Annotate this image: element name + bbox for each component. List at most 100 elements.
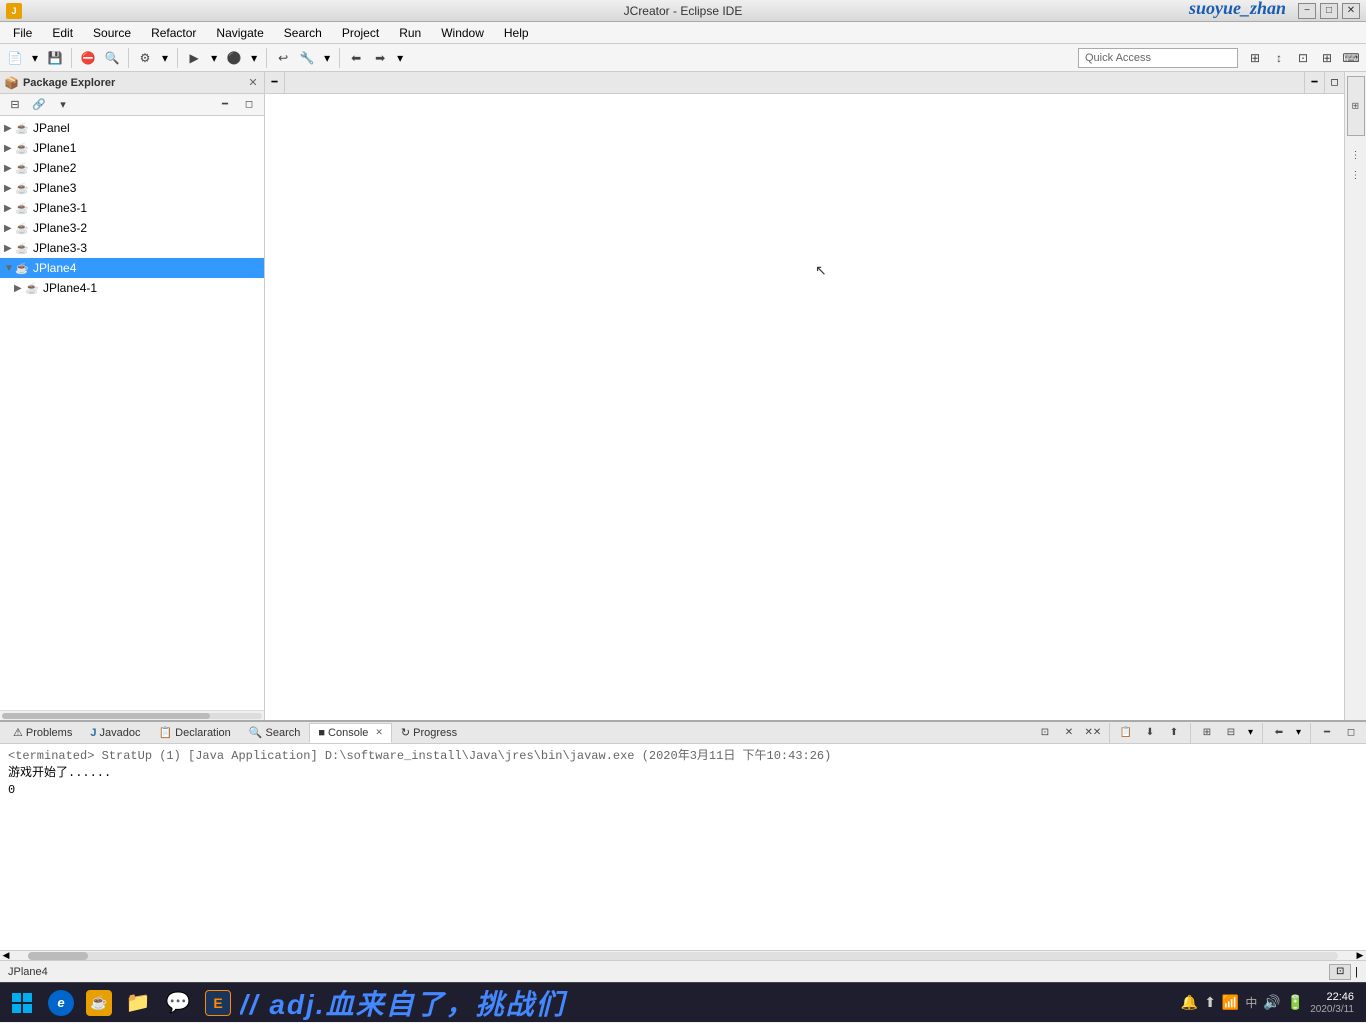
menu-refactor[interactable]: Refactor	[142, 23, 205, 43]
close-button[interactable]: ✕	[1342, 3, 1360, 19]
tray-icon-battery[interactable]: 🔋	[1287, 994, 1304, 1011]
tray-icon-network-2[interactable]: 📶	[1222, 994, 1239, 1011]
toolbar-btn-9[interactable]: ➡	[369, 47, 391, 69]
tab-console[interactable]: ■ Console ✕	[309, 723, 392, 743]
tab-search[interactable]: 🔍 Search	[240, 723, 310, 743]
sidebar-icon-3[interactable]: ⋮	[1347, 166, 1365, 184]
tray-icon-notification[interactable]: 🔔	[1181, 994, 1198, 1011]
sidebar-icon-2[interactable]: ⋮	[1347, 146, 1365, 164]
left-panel-hscroll[interactable]	[0, 710, 264, 720]
console-btn-9[interactable]: ⬅	[1268, 722, 1290, 744]
hscroll-right-arrow[interactable]: ▶	[1354, 950, 1366, 961]
view-menu-button[interactable]: ▾	[52, 94, 74, 116]
panel-bottom-minimize[interactable]: ━	[1316, 722, 1338, 744]
editor-panel-maximize[interactable]: ◻	[1324, 71, 1344, 93]
panel-maximize[interactable]: ◻	[238, 94, 260, 116]
clock-display[interactable]: 22:46 2020/3/11	[1310, 990, 1354, 1015]
toolbar-btn-2[interactable]: 🔍	[101, 47, 123, 69]
panel-close-button[interactable]: ✕	[246, 76, 260, 90]
console-close-icon[interactable]: ✕	[375, 727, 383, 738]
menu-source[interactable]: Source	[84, 23, 140, 43]
console-dropdown[interactable]: ▾	[1244, 722, 1257, 744]
toolbar-dropdown-5[interactable]: ▾	[393, 47, 407, 69]
toolbar-separator-4	[266, 48, 267, 68]
console-btn-4[interactable]: 📋	[1115, 722, 1137, 744]
toolbar-right-1[interactable]: ⊞	[1244, 47, 1266, 69]
toolbar-btn-1[interactable]: ⛔	[77, 47, 99, 69]
tray-icon-volume[interactable]: 🔊	[1263, 994, 1280, 1011]
search-label: Search	[266, 727, 301, 739]
toolbar-dropdown-3[interactable]: ▾	[247, 47, 261, 69]
collapse-all-button[interactable]: ⊟	[4, 94, 26, 116]
new-dropdown[interactable]: ▾	[28, 47, 42, 69]
taskbar-icon-chat[interactable]: 💬	[160, 986, 196, 1020]
console-btn-1[interactable]: ⊡	[1034, 722, 1056, 744]
tree-item-jpanel[interactable]: ▶ ☕ JPanel	[0, 118, 264, 138]
console-btn-6[interactable]: ⬆	[1163, 722, 1185, 744]
tree-item-jplane3-2[interactable]: ▶ ☕ JPlane3-2	[0, 218, 264, 238]
hscroll-thumb[interactable]	[28, 952, 88, 960]
toolbar-right-2[interactable]: ↕	[1268, 47, 1290, 69]
toolbar-btn-3[interactable]: ⚙	[134, 47, 156, 69]
taskbar-icon-eclipse[interactable]: E	[200, 986, 236, 1020]
menu-file[interactable]: File	[4, 23, 41, 43]
taskbar-icon-ie[interactable]: e	[44, 986, 78, 1020]
toolbar-btn-4[interactable]: ▶	[183, 47, 205, 69]
menu-project[interactable]: Project	[333, 23, 388, 43]
console-hscroll[interactable]: ◀ ▶	[0, 950, 1366, 960]
tray-icon-network-1[interactable]: ⬆	[1204, 994, 1216, 1011]
menu-run[interactable]: Run	[390, 23, 430, 43]
menu-edit[interactable]: Edit	[43, 23, 82, 43]
tree-item-jplane3-3[interactable]: ▶ ☕ JPlane3-3	[0, 238, 264, 258]
maximize-button[interactable]: □	[1320, 3, 1338, 19]
tab-javadoc[interactable]: J Javadoc	[81, 723, 149, 743]
toolbar-dropdown-2[interactable]: ▾	[207, 47, 221, 69]
minimize-button[interactable]: −	[1298, 3, 1316, 19]
editor-content[interactable]: ↖	[265, 94, 1344, 720]
menu-navigate[interactable]: Navigate	[207, 23, 272, 43]
editor-panel-minimize[interactable]: ━	[1304, 71, 1324, 93]
toolbar-right-5[interactable]: ⌨	[1340, 47, 1362, 69]
link-editor-button[interactable]: 🔗	[28, 94, 50, 116]
sidebar-icon-1[interactable]: ⊞	[1347, 76, 1365, 136]
toolbar-btn-7[interactable]: 🔧	[296, 47, 318, 69]
tree-item-jplane4-1[interactable]: ▶ ☕ JPlane4-1	[0, 278, 264, 298]
tree-item-jplane2[interactable]: ▶ ☕ JPlane2	[0, 158, 264, 178]
toolbar-right-3[interactable]: ⊡	[1292, 47, 1314, 69]
hscroll-track[interactable]	[28, 952, 1338, 960]
tab-progress[interactable]: ↻ Progress	[392, 723, 466, 743]
toolbar-right-4[interactable]: ⊞	[1316, 47, 1338, 69]
hscroll-left-arrow[interactable]: ◀	[0, 950, 12, 961]
status-icon-1[interactable]: ⊡	[1329, 964, 1351, 980]
new-button[interactable]: 📄	[4, 47, 26, 69]
menu-search[interactable]: Search	[275, 23, 331, 43]
icon-jplane3-3: ☕	[14, 240, 30, 256]
console-btn-8[interactable]: ⊟	[1220, 722, 1242, 744]
console-btn-2[interactable]: ✕	[1058, 722, 1080, 744]
toolbar-dropdown-1[interactable]: ▾	[158, 47, 172, 69]
editor-tab-minimize[interactable]: ━	[265, 71, 285, 93]
toolbar-btn-5[interactable]: ⚫	[223, 47, 245, 69]
tree-item-jplane4[interactable]: ▼ ☕ JPlane4	[0, 258, 264, 278]
tree-item-jplane3[interactable]: ▶ ☕ JPlane3	[0, 178, 264, 198]
save-button[interactable]: 💾	[44, 47, 66, 69]
taskbar-icon-java[interactable]: ☕	[82, 986, 116, 1020]
tab-problems[interactable]: ⚠ Problems	[4, 723, 81, 743]
tree-item-jplane1[interactable]: ▶ ☕ JPlane1	[0, 138, 264, 158]
panel-minimize[interactable]: ━	[214, 94, 236, 116]
toolbar-btn-8[interactable]: ⬅	[345, 47, 367, 69]
menu-window[interactable]: Window	[432, 23, 493, 43]
panel-bottom-maximize[interactable]: ◻	[1340, 722, 1362, 744]
tab-declaration[interactable]: 📋 Declaration	[149, 723, 239, 743]
menu-help[interactable]: Help	[495, 23, 538, 43]
toolbar-btn-6[interactable]: ↩	[272, 47, 294, 69]
start-button[interactable]	[4, 986, 40, 1020]
taskbar-icon-folder[interactable]: 📁	[120, 986, 156, 1020]
console-btn-3[interactable]: ✕✕	[1082, 722, 1104, 744]
tree-item-jplane3-1[interactable]: ▶ ☕ JPlane3-1	[0, 198, 264, 218]
console-btn-7[interactable]: ⊞	[1196, 722, 1218, 744]
console-dropdown-2[interactable]: ▾	[1292, 722, 1305, 744]
toolbar-dropdown-4[interactable]: ▾	[320, 47, 334, 69]
tray-icon-input[interactable]: 中	[1245, 994, 1257, 1011]
console-btn-5[interactable]: ⬇	[1139, 722, 1161, 744]
